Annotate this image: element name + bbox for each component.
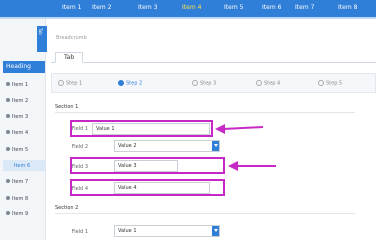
- step-5: Step 5: [318, 80, 342, 87]
- step-2: Step 2: [118, 80, 142, 87]
- sidebar-item-4[interactable]: Item 4: [3, 127, 45, 138]
- header-divider: [0, 17, 376, 19]
- top-nav-bar: Item 1 Item 2 Item 3 Item 4 Item 5 Item …: [0, 0, 376, 17]
- step-circle-icon: [256, 80, 262, 86]
- bullet-icon: [6, 82, 10, 86]
- section-divider: [55, 112, 355, 113]
- highlight-box-3: [70, 179, 225, 196]
- chevron-down-icon: [212, 226, 219, 236]
- section-title: Section 2: [55, 205, 79, 211]
- sidebar-item-label: Item 8: [12, 196, 29, 202]
- step-circle-icon: [318, 80, 324, 86]
- sidebar-item-label: Item 6: [14, 163, 31, 169]
- step-circle-icon: [192, 80, 198, 86]
- field-label: Field 1: [71, 229, 88, 235]
- sidebar-item-7[interactable]: Item 7: [3, 176, 45, 187]
- arrow-left-icon: [228, 161, 276, 171]
- breadcrumb: Breadcrumb: [56, 35, 87, 41]
- nav-item-7[interactable]: Item 7: [295, 4, 314, 11]
- tab-active[interactable]: Tab: [55, 52, 84, 63]
- sidebar-item-label: Item 3: [12, 114, 29, 120]
- step-label: Step 1: [66, 80, 83, 87]
- section-title: Section 1: [55, 104, 79, 110]
- select-input[interactable]: Value 2: [114, 140, 220, 152]
- field-label: Field 2: [71, 144, 88, 150]
- sidebar-item-8[interactable]: Item 8: [3, 193, 45, 204]
- step-label: Step 5: [326, 80, 343, 87]
- step-circle-icon: [118, 80, 124, 86]
- bullet-icon: [6, 211, 10, 215]
- step-1: Step 1: [58, 80, 82, 87]
- step-circle-icon: [58, 80, 64, 86]
- sidebar-item-label: Item 9: [12, 211, 29, 217]
- select-input-2[interactable]: Value 1: [114, 225, 220, 237]
- sidebar-item-3[interactable]: Item 3: [3, 111, 45, 122]
- sidebar-item-label: Item 2: [12, 98, 29, 104]
- sidebar-item-6[interactable]: Item 6: [3, 160, 45, 171]
- bullet-icon: [6, 179, 10, 183]
- sidebar-tab-label: Tab: [38, 28, 43, 35]
- sidebar-item-2[interactable]: Item 2: [3, 95, 45, 106]
- sidebar-heading: Heading: [3, 61, 45, 73]
- bullet-icon: [6, 196, 10, 200]
- highlight-box-1: [70, 120, 213, 137]
- sidebar-item-label: Item 1: [12, 82, 29, 88]
- nav-item-1[interactable]: Item 1: [62, 4, 81, 11]
- select-value: Value 2: [118, 143, 137, 149]
- step-label: Step 4: [264, 80, 281, 87]
- step-3: Step 3: [192, 80, 216, 87]
- sidebar-collapse-tab[interactable]: Tab: [37, 26, 47, 52]
- arrow-left-icon: [215, 124, 264, 134]
- sidebar-item-label: Item 4: [12, 130, 29, 136]
- sidebar-item-9[interactable]: Item 9: [3, 208, 45, 219]
- sidebar-item-label: Item 7: [12, 179, 29, 185]
- step-4: Step 4: [256, 80, 280, 87]
- bullet-icon: [6, 130, 10, 134]
- nav-item-8[interactable]: Item 8: [338, 4, 357, 11]
- bullet-icon: [6, 147, 10, 151]
- select-value: Value 1: [118, 228, 137, 234]
- tab-bar: Tab: [51, 49, 376, 63]
- highlight-box-2: [70, 157, 225, 174]
- nav-item-4[interactable]: Item 4: [182, 4, 201, 11]
- bullet-icon: [6, 98, 10, 102]
- chevron-down-icon: [212, 141, 219, 151]
- bullet-icon: [6, 114, 10, 118]
- sidebar-item-label: Item 5: [12, 147, 29, 153]
- nav-item-2[interactable]: Item 2: [92, 4, 111, 11]
- nav-item-3[interactable]: Item 3: [138, 4, 157, 11]
- nav-item-5[interactable]: Item 5: [224, 4, 243, 11]
- sidebar-item-1[interactable]: Item 1: [3, 79, 45, 90]
- step-label: Step 2: [126, 80, 143, 87]
- step-indicator: Step 1 Step 2 Step 3 Step 4 Step 5: [51, 73, 376, 93]
- sidebar-item-5[interactable]: Item 5: [3, 144, 45, 155]
- nav-item-6[interactable]: Item 6: [262, 4, 281, 11]
- step-label: Step 3: [200, 80, 217, 87]
- section-divider: [55, 213, 355, 214]
